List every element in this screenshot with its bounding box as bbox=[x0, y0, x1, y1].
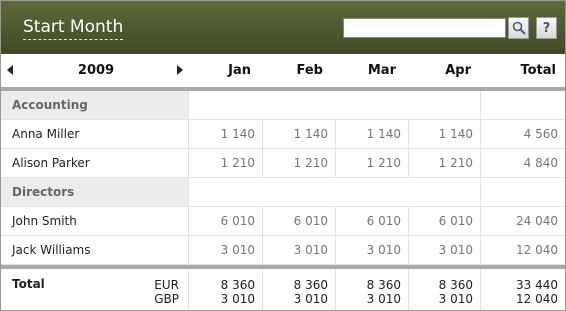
eur-total-value: 8 360 bbox=[438, 278, 473, 292]
currency-label: EUR bbox=[154, 278, 179, 292]
grid-line bbox=[408, 207, 409, 265]
month-header: Feb bbox=[296, 63, 323, 78]
month-value: 1 210 bbox=[293, 156, 328, 170]
grid-line bbox=[480, 269, 481, 310]
gbp-total-value: 3 010 bbox=[220, 292, 255, 306]
month-value: 1 140 bbox=[220, 127, 255, 141]
employee-name: Alison Parker bbox=[12, 156, 90, 170]
month-value: 6 010 bbox=[293, 214, 328, 228]
grid-line bbox=[188, 269, 189, 310]
gbp-total-value: 3 010 bbox=[438, 292, 473, 306]
search-input[interactable] bbox=[343, 18, 506, 38]
grid-line bbox=[262, 207, 263, 265]
month-value: 1 140 bbox=[438, 127, 473, 141]
grid-line bbox=[408, 120, 409, 178]
month-value: 6 010 bbox=[438, 214, 473, 228]
grid-line bbox=[335, 269, 336, 310]
month-value: 1 140 bbox=[293, 127, 328, 141]
employee-name: Anna Miller bbox=[12, 127, 80, 141]
eur-grand-total: 33 440 bbox=[516, 278, 558, 292]
eur-total-value: 8 360 bbox=[366, 278, 401, 292]
row-total: 24 040 bbox=[516, 214, 558, 228]
column-header: 2009 Jan Feb Mar Apr Total bbox=[1, 54, 565, 87]
eur-total-value: 8 360 bbox=[293, 278, 328, 292]
help-button[interactable]: ? bbox=[536, 17, 557, 39]
magnifier-icon bbox=[512, 21, 526, 35]
triangle-right-icon[interactable] bbox=[177, 65, 183, 75]
row-total: 12 040 bbox=[516, 243, 558, 257]
group-label: Accounting bbox=[1, 91, 188, 119]
month-value: 6 010 bbox=[366, 214, 401, 228]
grid-line bbox=[335, 120, 336, 178]
grid-line bbox=[188, 91, 189, 269]
month-value: 3 010 bbox=[293, 243, 328, 257]
start-month-link[interactable]: Start Month bbox=[23, 17, 124, 40]
gbp-total-value: 3 010 bbox=[366, 292, 401, 306]
month-value: 1 210 bbox=[220, 156, 255, 170]
header-bar: Start Month ? bbox=[1, 1, 565, 54]
total-header: Total bbox=[520, 63, 556, 78]
employee-name: John Smith bbox=[12, 214, 77, 228]
month-value: 1 210 bbox=[438, 156, 473, 170]
row-total: 4 840 bbox=[523, 156, 558, 170]
month-value: 3 010 bbox=[438, 243, 473, 257]
grid-line bbox=[262, 269, 263, 310]
grid-line bbox=[408, 269, 409, 310]
salary-widget: Start Month ? 2009 Jan Feb Mar Apr Total… bbox=[0, 0, 566, 311]
grid-line bbox=[480, 91, 481, 269]
month-value: 1 210 bbox=[366, 156, 401, 170]
triangle-left-icon[interactable] bbox=[7, 65, 13, 75]
month-header: Jan bbox=[228, 63, 251, 78]
grid-line bbox=[335, 207, 336, 265]
search-button[interactable] bbox=[508, 17, 529, 39]
gbp-total-value: 3 010 bbox=[293, 292, 328, 306]
row-total: 4 560 bbox=[523, 127, 558, 141]
month-value: 3 010 bbox=[366, 243, 401, 257]
grid-line bbox=[262, 120, 263, 178]
month-header: Mar bbox=[367, 63, 396, 78]
employee-name: Jack Williams bbox=[12, 243, 91, 257]
currency-label: GBP bbox=[154, 292, 179, 306]
group-label: Directors bbox=[1, 178, 188, 206]
month-value: 3 010 bbox=[220, 243, 255, 257]
month-value: 1 140 bbox=[366, 127, 401, 141]
footer-total-label: Total bbox=[12, 277, 45, 291]
year-label: 2009 bbox=[77, 63, 115, 78]
totals-footer: Total EUR GBP 8 360 3 010 8 360 3 010 8 … bbox=[1, 269, 565, 310]
eur-total-value: 8 360 bbox=[220, 278, 255, 292]
gbp-grand-total: 12 040 bbox=[516, 292, 558, 306]
month-value: 6 010 bbox=[220, 214, 255, 228]
month-header: Apr bbox=[445, 63, 471, 78]
